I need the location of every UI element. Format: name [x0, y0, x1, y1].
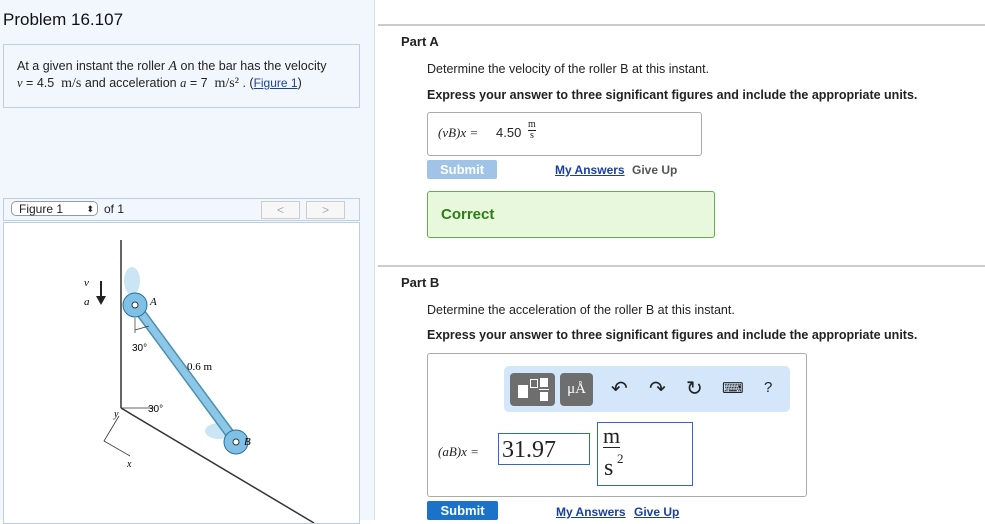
part-a-question: Determine the velocity of the roller B a…: [427, 62, 710, 76]
divider: [378, 265, 985, 267]
text: on the bar has the velocity: [180, 59, 327, 73]
label-a: a: [84, 296, 90, 308]
undo-icon[interactable]: ↶: [611, 376, 628, 401]
part-a-my-answers-link[interactable]: My Answers: [555, 163, 625, 177]
label-angle-top: 30°: [132, 343, 147, 354]
text: At a given instant the roller: [17, 59, 165, 73]
part-b-answer-box: μÅ ↶ ↷ ↻ ⌨ ? (aB)x = 31.97 m s 2: [427, 353, 807, 497]
part-b-my-answers-link[interactable]: My Answers: [556, 505, 626, 519]
unit: m/s: [61, 76, 82, 91]
math-v: v: [17, 76, 23, 90]
unit-den: s: [604, 455, 614, 481]
text: .: [242, 76, 246, 90]
part-a-answer-box: (vB)x = 4.50 ms: [427, 112, 702, 156]
reset-icon[interactable]: ↻: [686, 376, 703, 401]
part-a-submit-button[interactable]: Submit: [427, 160, 497, 179]
part-b-label: (aB)x =: [438, 444, 479, 459]
keyboard-icon[interactable]: ⌨: [722, 379, 744, 397]
figure-select[interactable]: Figure 1 ⬍: [11, 201, 98, 216]
label-B: B: [244, 436, 251, 448]
redo-icon[interactable]: ↷: [649, 376, 666, 401]
part-a-give-up[interactable]: Give Up: [632, 163, 677, 177]
problem-panel: Problem 16.107 At a given instant the ro…: [0, 0, 375, 524]
figure-area: v a A B 30° 0.6 m 30° y x: [3, 222, 360, 524]
divider: [378, 24, 985, 26]
text: = 7: [189, 76, 208, 90]
part-b-instruction: Express your answer to three significant…: [427, 328, 918, 342]
units-button[interactable]: μÅ: [560, 373, 593, 406]
part-b-value-input[interactable]: 31.97: [498, 433, 590, 465]
unit-exp: 2: [617, 451, 624, 466]
problem-title: Problem 16.107: [3, 10, 124, 29]
part-a-feedback: Correct: [427, 191, 715, 238]
part-b-unit-input[interactable]: m s 2: [597, 422, 693, 486]
text: and acceleration: [84, 76, 177, 90]
unit: m/s²: [214, 76, 239, 91]
label-A: A: [149, 296, 157, 308]
templates-button[interactable]: [510, 373, 555, 406]
part-b-give-up-link[interactable]: Give Up: [634, 505, 679, 519]
figure-count: of 1: [104, 202, 125, 216]
math-a: a: [180, 76, 187, 90]
text: = 4.5: [26, 76, 55, 90]
label-x: x: [126, 459, 132, 470]
next-figure-button[interactable]: >: [306, 201, 345, 219]
part-a-answer: 4.50: [496, 125, 522, 140]
part-b-submit-button[interactable]: Submit: [427, 501, 498, 520]
updown-icon: ⬍: [86, 204, 94, 214]
label-v: v: [84, 277, 89, 289]
mechanism-diagram: v a A B 30° 0.6 m 30° y x: [84, 240, 315, 523]
part-b-title: Part B: [401, 275, 440, 290]
prev-figure-button[interactable]: <: [261, 201, 300, 219]
figure-select-value: Figure 1: [19, 202, 64, 216]
part-a-instruction: Express your answer to three significant…: [427, 88, 918, 102]
part-a-label: (vB)x =: [438, 125, 479, 140]
unit-den: s: [529, 130, 534, 141]
unit-num: m: [603, 423, 621, 448]
problem-statement: At a given instant the roller A on the b…: [3, 44, 360, 108]
math-toolbar: μÅ ↶ ↷ ↻ ⌨ ?: [504, 366, 790, 412]
correct-text: Correct: [441, 206, 495, 223]
part-a-title: Part A: [401, 34, 439, 49]
help-button[interactable]: ?: [764, 379, 772, 396]
label-angle-bottom: 30°: [148, 404, 163, 415]
part-a-unit: ms: [528, 120, 536, 141]
figure-nav: Figure 1 ⬍ of 1 < >: [3, 198, 360, 221]
figure-link[interactable]: Figure 1: [254, 76, 298, 90]
math-A: A: [168, 59, 178, 74]
part-b-question: Determine the acceleration of the roller…: [427, 303, 735, 317]
label-y: y: [113, 409, 119, 420]
label-length: 0.6 m: [187, 361, 213, 373]
